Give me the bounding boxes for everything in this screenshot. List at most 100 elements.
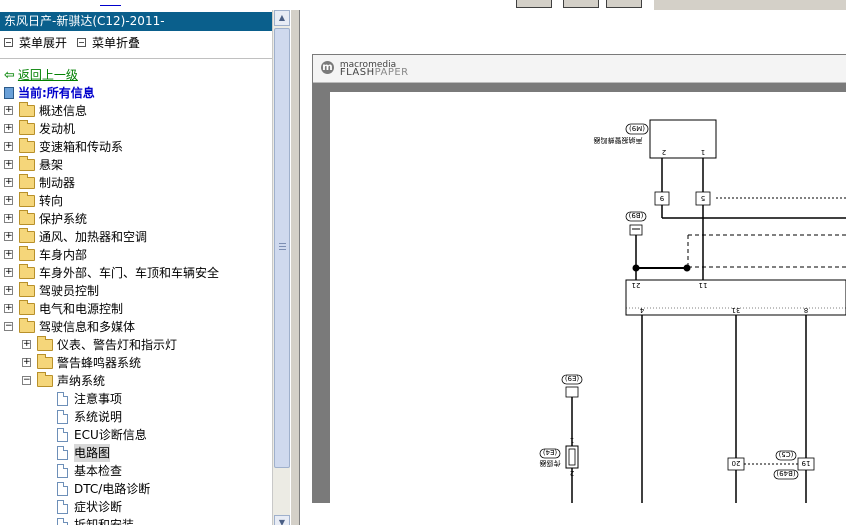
pin-label: 31 [732, 306, 741, 314]
document-icon [57, 482, 68, 496]
grip-line [279, 246, 286, 247]
collapse-toggle-icon[interactable]: − [4, 322, 13, 331]
document-viewer: m macromedia FLASHPAPER (M9) 声纳报警蜂鸣器 2 1 [300, 10, 846, 525]
pin-label: 20 [732, 459, 741, 467]
ground-box [629, 224, 643, 236]
folder-icon [19, 174, 35, 189]
folder-icon [19, 192, 35, 207]
tree-item[interactable]: 基本检查 [0, 462, 272, 480]
document-icon [57, 428, 68, 442]
tree-item[interactable]: + 悬架 [0, 156, 272, 174]
tree-item[interactable]: − 驾驶信息和多媒体 [0, 318, 272, 336]
expand-toggle-icon[interactable]: + [4, 232, 13, 241]
tree-item-label: 症状诊断 [74, 500, 123, 514]
expand-toggle-icon[interactable]: + [4, 178, 13, 187]
tree-item[interactable]: + 变速箱和传动系 [0, 138, 272, 156]
tree-item-label: 电气和电源控制 [39, 302, 124, 316]
tree-item[interactable]: 注意事项 [0, 390, 272, 408]
pane-splitter[interactable] [290, 10, 300, 525]
tree-item-label: 车身外部、车门、车顶和车辆安全 [39, 266, 220, 280]
pin-label: 19 [802, 459, 811, 467]
document-icon [57, 464, 68, 478]
connector-top-text: (M9) [629, 124, 645, 132]
folder-icon [19, 282, 35, 297]
tree-item[interactable]: + 警告蜂鸣器系统 [0, 354, 272, 372]
pin-label: 21 [632, 281, 641, 289]
expand-toggle-icon[interactable]: + [4, 106, 13, 115]
component-label: 声纳报警蜂鸣器 [594, 136, 643, 145]
top-link[interactable] [100, 0, 121, 7]
toolbar-button-2[interactable] [563, 0, 599, 8]
junction-dot [632, 264, 640, 272]
tree-item-label: 基本检查 [74, 464, 123, 478]
pin-label: 2 [662, 148, 666, 156]
computer-icon [4, 87, 14, 99]
folder-icon [19, 120, 35, 135]
tree-item[interactable]: ECU诊断信息 [0, 426, 272, 444]
tree-item[interactable]: 拆卸和安装 [0, 516, 272, 525]
expand-toggle-icon[interactable]: + [4, 124, 13, 133]
top-grey-area [654, 0, 846, 10]
scroll-up-button[interactable]: ▲ [274, 10, 290, 26]
navigation-panel: 东风日产-新骐达(C12)-2011- 菜单展开 菜单折叠 ⇦ 返回上一级 当前:… [0, 10, 290, 525]
toolbar-button-3[interactable] [606, 0, 642, 8]
tree-item[interactable]: + 保护系统 [0, 210, 272, 228]
expand-toggle-icon[interactable]: + [4, 304, 13, 313]
tree-item[interactable]: + 车身内部 [0, 246, 272, 264]
tree-item[interactable]: + 电气和电源控制 [0, 300, 272, 318]
tree-item-label: 警告蜂鸣器系统 [57, 356, 142, 370]
expand-toggle-icon[interactable]: + [4, 250, 13, 259]
grip-line [279, 249, 286, 250]
flashpaper-logo: m macromedia FLASHPAPER [321, 61, 409, 78]
pin-label: 2 [570, 469, 574, 477]
collapse-all-label: 菜单折叠 [92, 36, 141, 50]
connector-box [565, 386, 579, 398]
expand-all-button[interactable]: 菜单展开 [4, 34, 67, 51]
expand-toggle-icon[interactable]: + [22, 340, 31, 349]
top-strip [0, 0, 846, 10]
expand-toggle-icon[interactable]: + [4, 214, 13, 223]
folder-icon [19, 264, 35, 279]
expand-toggle-icon[interactable]: + [4, 268, 13, 277]
tree-item-label: 发动机 [39, 122, 76, 136]
collapse-all-button[interactable]: 菜单折叠 [77, 34, 140, 51]
tree-item[interactable]: + 制动器 [0, 174, 272, 192]
tree-item[interactable]: + 概述信息 [0, 102, 272, 120]
tree-item[interactable]: + 仪表、警告灯和指示灯 [0, 336, 272, 354]
scroll-thumb[interactable] [274, 28, 290, 468]
tree-item[interactable]: 系统说明 [0, 408, 272, 426]
flashpaper-frame: m macromedia FLASHPAPER (M9) 声纳报警蜂鸣器 2 1 [312, 54, 846, 503]
pin-label: 8 [804, 306, 808, 314]
tree-item[interactable]: + 转向 [0, 192, 272, 210]
expand-toggle-icon[interactable]: + [22, 358, 31, 367]
expand-toggle-icon[interactable]: + [4, 142, 13, 151]
collapse-toggle-icon[interactable]: − [22, 376, 31, 385]
vertical-scrollbar[interactable]: ▲ ▼ [272, 10, 290, 525]
menu-bar: 菜单展开 菜单折叠 [0, 31, 272, 51]
folder-icon [19, 318, 35, 333]
back-label: 返回上一级 [17, 68, 78, 82]
expand-toggle-icon[interactable]: + [4, 286, 13, 295]
scroll-down-button[interactable]: ▼ [274, 515, 290, 525]
expand-toggle-icon[interactable]: + [4, 196, 13, 205]
tree-item[interactable]: + 驾驶员控制 [0, 282, 272, 300]
ground-label: (B9) [628, 211, 643, 219]
back-link[interactable]: ⇦ 返回上一级 [4, 66, 78, 83]
tree-item[interactable]: + 车身外部、车门、车顶和车辆安全 [0, 264, 272, 282]
expand-toggle-icon[interactable]: + [4, 160, 13, 169]
tree-item-label: 保护系统 [39, 212, 88, 226]
tree-item-label: 系统说明 [74, 410, 123, 424]
tree-item[interactable]: 症状诊断 [0, 498, 272, 516]
tree-item-label: DTC/电路诊断 [74, 482, 151, 496]
tree-item-label: 通风、加热器和空调 [39, 230, 148, 244]
tree-item[interactable]: 电路图 [0, 444, 272, 462]
tree-item[interactable]: DTC/电路诊断 [0, 480, 272, 498]
expand-all-label: 菜单展开 [19, 36, 68, 50]
connector-right-b-label: (B49) [776, 469, 795, 477]
back-arrow-icon: ⇦ [4, 68, 15, 83]
tree-item[interactable]: + 发动机 [0, 120, 272, 138]
wiring-diagram-page[interactable]: (M9) 声纳报警蜂鸣器 2 1 9 5 (B9) 21 11 4 31 8 (… [330, 92, 846, 503]
tree-item[interactable]: − 声纳系统 [0, 372, 272, 390]
toolbar-button-1[interactable] [516, 0, 552, 8]
tree-item[interactable]: + 通风、加热器和空调 [0, 228, 272, 246]
